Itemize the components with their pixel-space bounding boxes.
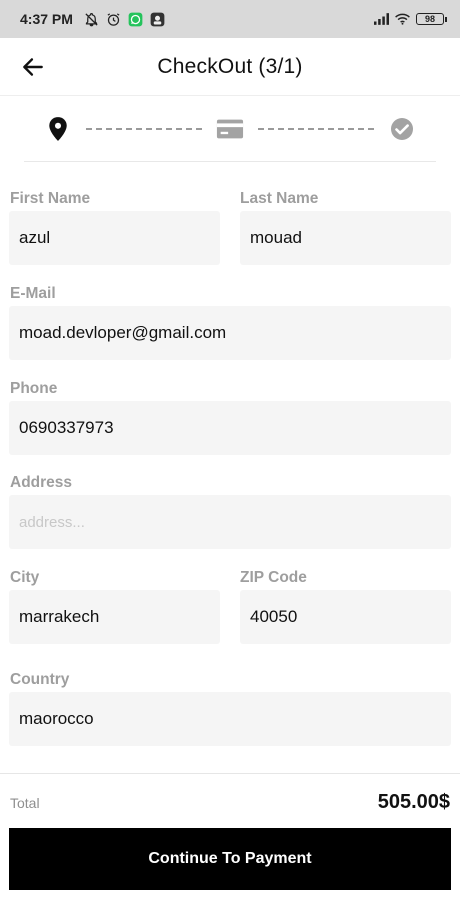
last-name-input[interactable] <box>240 211 451 265</box>
app-notification-icon <box>150 12 165 27</box>
step-payment <box>216 115 244 143</box>
phone-label: Phone <box>10 380 58 397</box>
email-input[interactable] <box>9 306 451 360</box>
back-button[interactable] <box>20 54 46 80</box>
battery-level: 98 <box>424 14 435 24</box>
check-circle-icon <box>391 117 413 140</box>
country-label: Country <box>10 671 70 688</box>
phone-input[interactable] <box>9 401 451 455</box>
step-connector <box>86 127 202 130</box>
status-bar: 4:37 PM 98 <box>0 0 460 38</box>
total-label: Total <box>10 795 40 811</box>
notifications-off-icon <box>84 12 99 27</box>
whatsapp-icon <box>128 12 143 27</box>
arrow-left-icon <box>23 58 43 76</box>
status-time: 4:37 PM <box>20 11 73 27</box>
wifi-icon <box>395 12 410 27</box>
page-title: CheckOut (3/1) <box>157 54 303 78</box>
continue-to-payment-button[interactable]: Continue To Payment <box>9 828 451 890</box>
status-right: 98 <box>374 12 447 27</box>
email-label: E-Mail <box>10 285 56 302</box>
step-connector <box>258 127 374 130</box>
alarm-icon <box>106 12 121 27</box>
address-label: Address <box>10 474 73 491</box>
first-name-input[interactable] <box>9 211 220 265</box>
location-pin-icon <box>49 116 67 141</box>
country-input[interactable] <box>9 692 451 746</box>
first-name-label: First Name <box>10 190 91 207</box>
total-value: 505.00$ <box>377 791 450 813</box>
app-header: CheckOut (3/1) <box>0 38 460 96</box>
zip-code-label: ZIP Code <box>240 569 307 586</box>
battery-icon: 98 <box>416 13 447 25</box>
credit-card-icon <box>216 119 244 138</box>
last-name-label: Last Name <box>240 190 319 207</box>
bottom-divider <box>0 773 460 774</box>
signal-icon <box>374 12 389 27</box>
city-label: City <box>10 569 40 586</box>
city-input[interactable] <box>9 590 220 644</box>
zip-code-input[interactable] <box>240 590 451 644</box>
checkout-stepper <box>24 96 436 162</box>
step-shipping <box>44 115 72 143</box>
address-input[interactable] <box>9 495 451 549</box>
status-left: 4:37 PM <box>20 11 165 27</box>
step-confirm <box>388 115 416 143</box>
